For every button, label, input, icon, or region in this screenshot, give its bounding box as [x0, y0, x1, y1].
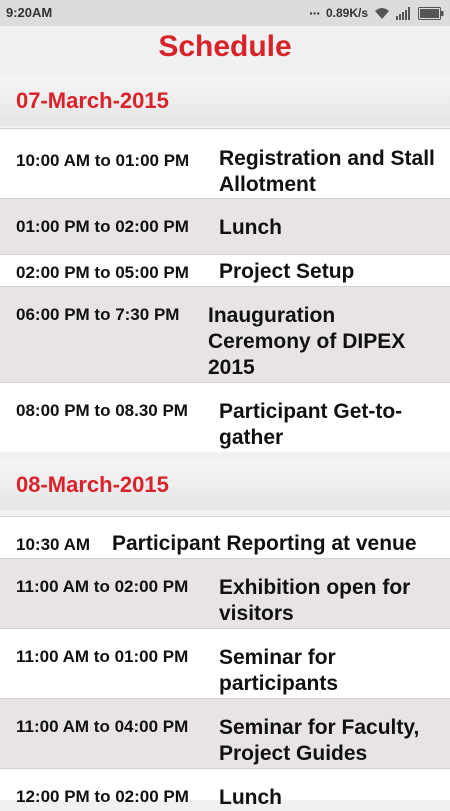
date-label: 08-March-2015: [16, 472, 169, 497]
event-name: Exhibition open for visitors: [219, 576, 411, 625]
event-time: 06:00 PM to 7:30 PM: [16, 305, 180, 324]
event-time: 02:00 PM to 05:00 PM: [16, 263, 189, 282]
network-speed: 0.89K/s: [325, 6, 368, 20]
signal-icon: [396, 6, 410, 20]
schedule-row[interactable]: 10:00 AM to 01:00 PM Registration and St…: [0, 128, 450, 198]
schedule-row[interactable]: 08:00 PM to 08.30 PM Participant Get-to-…: [0, 382, 450, 452]
date-header-day-1: 07-March-2015: [0, 78, 450, 126]
event-time: 11:00 AM to 02:00 PM: [16, 577, 189, 596]
schedule-row[interactable]: 11:00 AM to 04:00 PM Seminar for Faculty…: [0, 698, 450, 768]
event-name: Participant Reporting at venue: [112, 532, 417, 555]
wifi-icon: [375, 7, 389, 19]
event-time: 10:00 AM to 01:00 PM: [16, 151, 190, 170]
event-name: Registration and Stall Allotment: [219, 147, 435, 196]
event-name: Seminar for participants: [219, 646, 339, 695]
status-bar: 9:20AM ··· 0.89K/s: [0, 0, 450, 26]
event-time: 12:00 PM to 02:00 PM: [16, 787, 189, 806]
schedule-row[interactable]: 11:00 AM to 01:00 PM Seminar for partici…: [0, 628, 450, 698]
schedule-row[interactable]: 11:00 AM to 02:00 PM Exhibition open for…: [0, 558, 450, 628]
schedule-row[interactable]: 10:30 AM Participant Reporting at venue: [0, 516, 450, 558]
event-time: 08:00 PM to 08.30 PM: [16, 401, 188, 420]
event-time: 10:30 AM: [16, 535, 91, 554]
event-name: Lunch: [219, 786, 282, 809]
battery-icon: [418, 6, 444, 20]
event-name: Participant Get-to-gather: [219, 400, 403, 449]
dots-icon: ···: [308, 5, 321, 21]
event-name: Project Setup: [219, 260, 355, 283]
schedule-row[interactable]: 12:00 PM to 02:00 PM Lunch: [0, 768, 450, 809]
event-time: 01:00 PM to 02:00 PM: [16, 217, 189, 236]
schedule-row[interactable]: 01:00 PM to 02:00 PM Lunch: [0, 198, 450, 254]
schedule-row[interactable]: 06:00 PM to 7:30 PM Inauguration Ceremon…: [0, 286, 450, 382]
event-name: Inauguration Ceremony of DIPEX 2015: [208, 304, 406, 379]
event-name: Lunch: [219, 216, 282, 239]
date-header-day-2: 08-March-2015: [0, 462, 450, 510]
page-title: Schedule: [158, 30, 292, 63]
date-label: 07-March-2015: [16, 88, 169, 113]
event-time: 11:00 AM to 04:00 PM: [16, 717, 189, 736]
status-icons: ··· 0.89K/s: [303, 4, 444, 22]
event-time: 11:00 AM to 01:00 PM: [16, 647, 189, 666]
schedule-row[interactable]: 02:00 PM to 05:00 PM Project Setup: [0, 254, 450, 286]
event-name: Seminar for Faculty, Project Guides: [219, 716, 420, 765]
status-time: 9:20AM: [6, 5, 53, 20]
